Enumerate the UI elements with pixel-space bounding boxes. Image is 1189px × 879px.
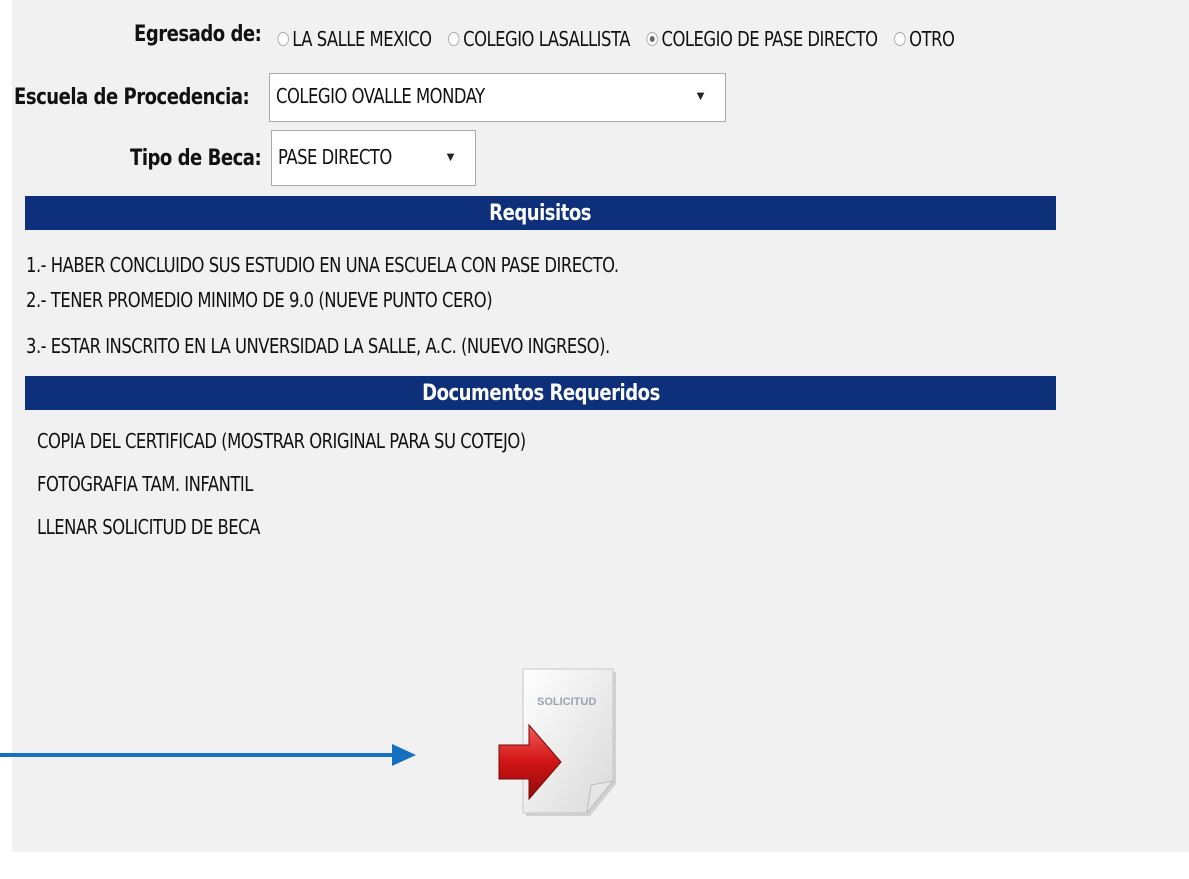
solicitud-link[interactable]: SOLICITUD bbox=[495, 663, 620, 833]
option-colegio-pase-directo-label: COLEGIO DE PASE DIRECTO bbox=[661, 27, 879, 51]
escuela-select[interactable]: COLEGIO OVALLE MONDAY ▼ bbox=[269, 73, 726, 122]
documento-item: COPIA DEL CERTIFICAD (MOSTRAR ORIGINAL P… bbox=[37, 429, 526, 453]
egresado-options: LA SALLE MEXICO COLEGIO LASALLISTA COLEG… bbox=[266, 27, 1106, 51]
option-la-salle-mexico-label: LA SALLE MEXICO bbox=[292, 27, 432, 51]
escuela-row: Escuela de Procedencia: bbox=[14, 85, 301, 110]
solicitud-document-icon: SOLICITUD bbox=[498, 668, 616, 816]
chevron-down-icon: ▼ bbox=[694, 88, 707, 103]
solicitud-icon-label: SOLICITUD bbox=[537, 696, 596, 708]
requisito-item: 1.- HABER CONCLUIDO SUS ESTUDIO EN UNA E… bbox=[26, 253, 619, 277]
tipo-beca-row: Tipo de Beca: bbox=[130, 146, 290, 171]
documentos-header: Documentos Requeridos bbox=[25, 376, 1056, 410]
tipo-beca-select-value: PASE DIRECTO bbox=[278, 145, 392, 169]
option-colegio-lasallista-label: COLEGIO LASALLISTA bbox=[463, 27, 630, 51]
tipo-beca-select[interactable]: PASE DIRECTO ▼ bbox=[271, 130, 476, 186]
tipo-beca-label: Tipo de Beca: bbox=[130, 146, 262, 171]
radio-otro[interactable] bbox=[894, 32, 906, 46]
escuela-select-value: COLEGIO OVALLE MONDAY bbox=[276, 84, 485, 108]
radio-la-salle-mexico[interactable] bbox=[277, 32, 289, 46]
annotation-arrow bbox=[0, 744, 416, 766]
option-otro-label: OTRO bbox=[909, 27, 955, 51]
radio-colegio-lasallista[interactable] bbox=[448, 32, 460, 46]
chevron-down-icon: ▼ bbox=[444, 149, 457, 164]
escuela-label: Escuela de Procedencia: bbox=[14, 85, 250, 110]
documento-item: FOTOGRAFIA TAM. INFANTIL bbox=[37, 472, 253, 496]
requisito-item: 2.- TENER PROMEDIO MINIMO DE 9.0 (NUEVE … bbox=[26, 288, 493, 312]
requisito-item: 3.- ESTAR INSCRITO EN LA UNVERSIDAD LA S… bbox=[26, 334, 610, 358]
documento-item: LLENAR SOLICITUD DE BECA bbox=[37, 515, 260, 539]
egresado-label: Egresado de: bbox=[134, 22, 262, 47]
requisitos-header: Requisitos bbox=[25, 196, 1056, 230]
radio-colegio-pase-directo[interactable] bbox=[646, 32, 659, 46]
